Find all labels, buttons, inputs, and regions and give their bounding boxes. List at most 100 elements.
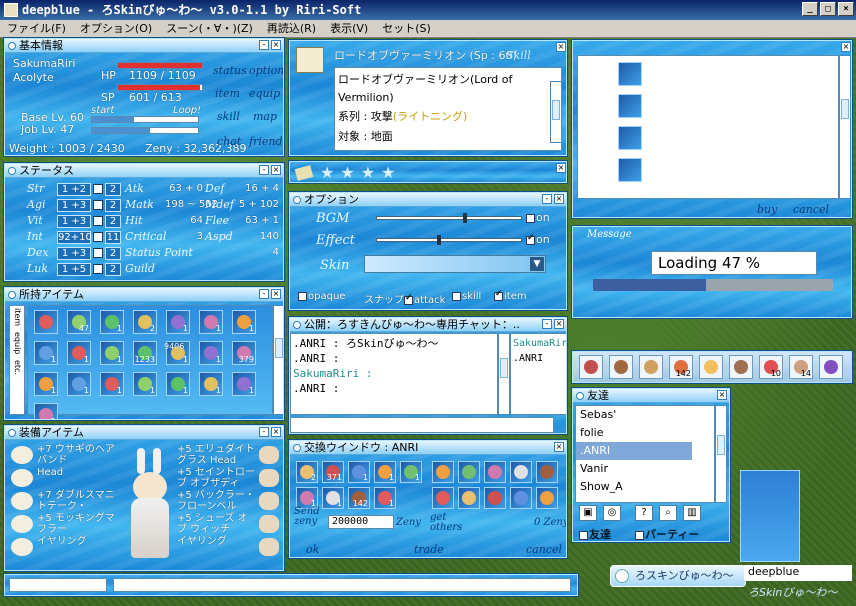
- item-checkbox[interactable]: [494, 289, 503, 301]
- friend-tab-checkbox[interactable]: [579, 530, 588, 540]
- stat-raise-button[interactable]: [93, 216, 103, 226]
- trade-item-other[interactable]: [536, 487, 558, 509]
- hotkey-slot[interactable]: [699, 355, 723, 379]
- minimize-icon[interactable]: -: [259, 289, 269, 299]
- trade-item-other[interactable]: [432, 461, 454, 483]
- friend-item[interactable]: Show_A: [576, 478, 714, 496]
- stat-raise-button[interactable]: [93, 248, 103, 258]
- menu-view[interactable]: 表示(V): [323, 20, 375, 37]
- inventory-item[interactable]: 1: [100, 341, 124, 365]
- inventory-item[interactable]: 1: [199, 310, 223, 334]
- close-icon[interactable]: ×: [271, 427, 281, 437]
- trade-item-other[interactable]: [484, 461, 506, 483]
- chat-member[interactable]: .ANRI: [513, 351, 565, 366]
- trade-item-mine[interactable]: 371: [322, 461, 344, 483]
- friend-item[interactable]: Vanir: [576, 460, 714, 478]
- inventory-item[interactable]: 1: [133, 372, 157, 396]
- inventory-item[interactable]: 1: [199, 372, 223, 396]
- basic-info-titlebar[interactable]: 基本情報 - ×: [5, 39, 283, 53]
- chat-link[interactable]: chat: [217, 135, 241, 148]
- skin-select[interactable]: ▼: [364, 255, 546, 273]
- party-invite-icon[interactable]: ◎: [603, 505, 621, 521]
- close-icon[interactable]: ×: [271, 165, 281, 175]
- inventory-item[interactable]: 1: [232, 310, 256, 334]
- inventory-item[interactable]: [34, 310, 58, 334]
- friends-titlebar[interactable]: 友達 ×: [573, 389, 729, 403]
- minimize-button[interactable]: _: [802, 2, 818, 16]
- option-link[interactable]: option: [249, 64, 283, 77]
- trade-ok-button[interactable]: ok: [306, 543, 319, 556]
- menu-reload[interactable]: 再読込(R): [260, 20, 323, 37]
- trade-item-mine[interactable]: 1: [348, 461, 370, 483]
- friends-scrollbar[interactable]: [715, 405, 727, 503]
- chat-member[interactable]: SakumaRiri: [513, 336, 566, 351]
- equip-slot-right[interactable]: +5 エリュダイトグラス Head: [177, 444, 257, 466]
- item-link[interactable]: item: [215, 87, 240, 100]
- inventory-item[interactable]: 1: [34, 341, 58, 365]
- opaque-checkbox[interactable]: [298, 291, 307, 301]
- help-icon[interactable]: ?: [635, 505, 653, 521]
- shop-cancel-button[interactable]: cancel: [793, 203, 829, 216]
- equip-slot-left[interactable]: Head: [37, 467, 121, 478]
- shop-item[interactable]: [618, 126, 642, 150]
- inventory-item[interactable]: 1: [34, 372, 58, 396]
- minimize-icon[interactable]: -: [259, 40, 269, 50]
- trade-item-mine[interactable]: 142: [348, 487, 370, 509]
- inventory-item[interactable]: 1: [67, 372, 91, 396]
- skill-desc-scrollbar[interactable]: [550, 81, 562, 143]
- trade-item-mine[interactable]: 1: [400, 461, 422, 483]
- close-icon[interactable]: ×: [554, 442, 564, 452]
- inventory-item[interactable]: 1: [100, 310, 124, 334]
- hotkey-slot[interactable]: 14: [789, 355, 813, 379]
- tab-item[interactable]: item: [13, 308, 22, 326]
- trade-titlebar[interactable]: 交換ウインドウ : ANRI ×: [290, 441, 566, 455]
- equip-slot-left[interactable]: +7 ウサギのヘアバンド: [37, 444, 121, 466]
- inventory-item[interactable]: 1: [232, 372, 256, 396]
- close-icon[interactable]: ×: [271, 289, 281, 299]
- friend-item-selected[interactable]: .ANRI: [576, 442, 692, 460]
- hotkey-slot[interactable]: 10: [759, 355, 783, 379]
- equip-slot-right[interactable]: +5 シューズ オブ ウィッチ: [177, 513, 257, 535]
- friend-item[interactable]: folie: [576, 424, 714, 442]
- close-icon[interactable]: ×: [554, 194, 564, 204]
- buy-button[interactable]: buy: [757, 203, 777, 216]
- skill-level-stars[interactable]: ★★★★: [320, 163, 401, 182]
- equipment-titlebar[interactable]: 装備アイテム - ×: [5, 426, 283, 440]
- tab-equip[interactable]: equip: [13, 332, 22, 354]
- hotkey-slot[interactable]: [729, 355, 753, 379]
- trade-item-other[interactable]: [432, 487, 454, 509]
- skill-checkbox[interactable]: [452, 291, 461, 301]
- menu-file[interactable]: ファイル(F): [0, 20, 73, 37]
- trade-item-mine[interactable]: 2: [296, 461, 318, 483]
- whisper-target-input[interactable]: [9, 578, 107, 592]
- trade-item-other[interactable]: [510, 487, 532, 509]
- equip-slot-left[interactable]: +7 ダブルスマニトテーク・: [37, 490, 121, 512]
- party-tab-checkbox[interactable]: [635, 530, 644, 540]
- option-titlebar[interactable]: オプション - ×: [290, 193, 566, 207]
- menu-soon[interactable]: スーン(・∀・)(Z): [159, 20, 260, 37]
- chat-input[interactable]: [290, 417, 554, 433]
- trade-item-other[interactable]: [510, 461, 532, 483]
- minimize-icon[interactable]: -: [259, 427, 269, 437]
- stat-raise-button[interactable]: [93, 184, 103, 194]
- inventory-item[interactable]: 1: [166, 372, 190, 396]
- inventory-item[interactable]: 1: [199, 341, 223, 365]
- hotkey-slot[interactable]: [639, 355, 663, 379]
- close-icon[interactable]: ×: [271, 40, 281, 50]
- tab-party[interactable]: パーティー: [645, 528, 699, 541]
- send-zeny-input[interactable]: 200000: [328, 515, 394, 529]
- search-icon[interactable]: ⌕: [659, 505, 677, 521]
- shop-item[interactable]: [618, 158, 642, 182]
- trade-item-mine[interactable]: 1: [322, 487, 344, 509]
- stat-raise-button[interactable]: [93, 200, 103, 210]
- minimize-icon[interactable]: -: [542, 319, 552, 329]
- equip-link[interactable]: equip: [249, 87, 280, 100]
- trade-item-other[interactable]: [484, 487, 506, 509]
- hotkey-slot[interactable]: [609, 355, 633, 379]
- chat-scrollbar[interactable]: [498, 333, 510, 415]
- inventory-item[interactable]: 1: [100, 372, 124, 396]
- effect-slider[interactable]: [376, 235, 522, 245]
- shop-scrollbar[interactable]: [839, 55, 851, 199]
- tab-etc[interactable]: etc.: [13, 360, 22, 375]
- bgm-checkbox[interactable]: [526, 213, 535, 223]
